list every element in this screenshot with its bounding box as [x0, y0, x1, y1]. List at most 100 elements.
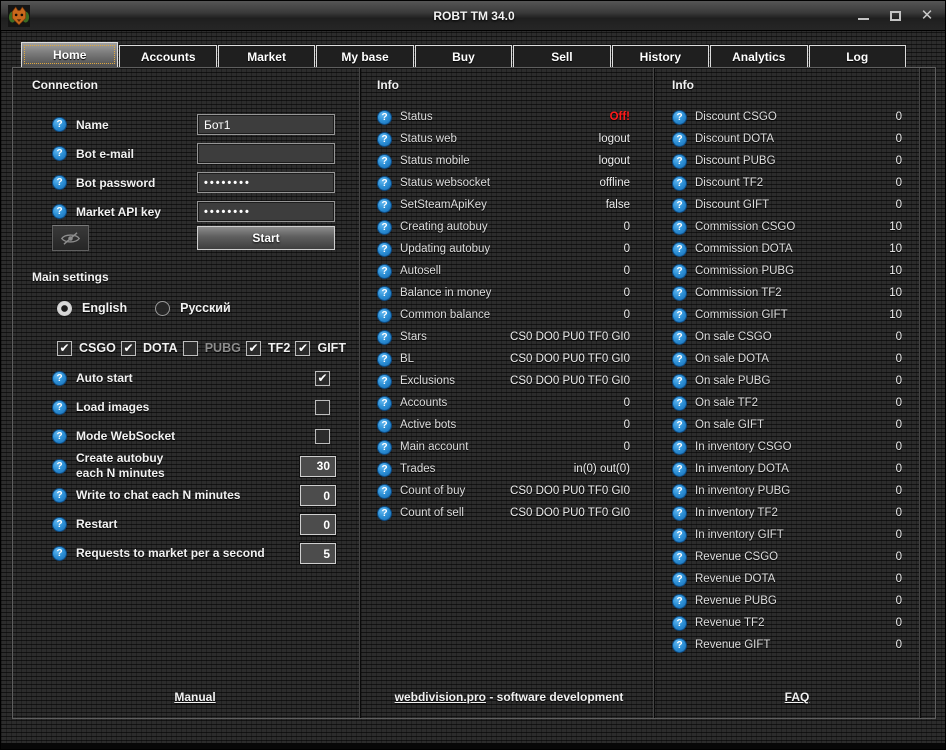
- close-button[interactable]: ✕: [919, 8, 935, 24]
- help-icon[interactable]: ?: [377, 330, 392, 345]
- toggle-label: Load images: [76, 400, 149, 415]
- help-icon[interactable]: ?: [52, 488, 67, 503]
- show-password-button[interactable]: [52, 225, 89, 251]
- help-icon[interactable]: ?: [377, 506, 392, 521]
- help-icon[interactable]: ?: [52, 459, 67, 474]
- radio-icon[interactable]: [57, 301, 72, 316]
- help-icon[interactable]: ?: [672, 572, 687, 587]
- help-icon[interactable]: ?: [52, 204, 67, 219]
- info-label: Trades: [400, 463, 435, 475]
- help-icon[interactable]: ?: [377, 484, 392, 499]
- checkbox-icon[interactable]: [315, 371, 330, 386]
- help-icon[interactable]: ?: [672, 352, 687, 367]
- help-icon[interactable]: ?: [377, 308, 392, 323]
- help-icon[interactable]: ?: [672, 132, 687, 147]
- game-option-gift[interactable]: GIFT: [295, 341, 345, 356]
- help-icon[interactable]: ?: [377, 418, 392, 433]
- number-input-requests-to-market-per-a-second[interactable]: [300, 543, 336, 564]
- field-input-name[interactable]: [197, 114, 335, 135]
- help-icon[interactable]: ?: [672, 242, 687, 257]
- help-icon[interactable]: ?: [52, 175, 67, 190]
- webdivision-link[interactable]: webdivision.pro: [395, 690, 486, 704]
- help-icon[interactable]: ?: [52, 546, 67, 561]
- tab-history[interactable]: History: [612, 45, 709, 67]
- checkbox-icon[interactable]: [295, 341, 310, 356]
- number-input-write-to-chat-each-n-minutes[interactable]: [300, 485, 336, 506]
- help-icon[interactable]: ?: [672, 110, 687, 125]
- help-icon[interactable]: ?: [672, 616, 687, 631]
- checkbox-icon[interactable]: [121, 341, 136, 356]
- manual-link[interactable]: Manual: [174, 690, 215, 704]
- tab-buy[interactable]: Buy: [415, 45, 512, 67]
- help-icon[interactable]: ?: [672, 418, 687, 433]
- help-icon[interactable]: ?: [672, 506, 687, 521]
- help-icon[interactable]: ?: [672, 286, 687, 301]
- number-input-restart[interactable]: [300, 514, 336, 535]
- help-icon[interactable]: ?: [672, 396, 687, 411]
- checkbox-icon[interactable]: [246, 341, 261, 356]
- tab-analytics[interactable]: Analytics: [710, 45, 807, 67]
- help-icon[interactable]: ?: [377, 154, 392, 169]
- checkbox-icon[interactable]: [57, 341, 72, 356]
- checkbox-icon[interactable]: [183, 341, 198, 356]
- minimize-button[interactable]: [855, 8, 871, 24]
- help-icon[interactable]: ?: [672, 528, 687, 543]
- language-option-русский[interactable]: Русский: [155, 301, 231, 316]
- help-icon[interactable]: ?: [672, 374, 687, 389]
- help-icon[interactable]: ?: [377, 220, 392, 235]
- tab-log[interactable]: Log: [809, 45, 906, 67]
- help-icon[interactable]: ?: [377, 462, 392, 477]
- help-icon[interactable]: ?: [672, 264, 687, 279]
- help-icon[interactable]: ?: [52, 400, 67, 415]
- checkbox-icon[interactable]: [315, 429, 330, 444]
- game-option-tf2[interactable]: TF2: [246, 341, 290, 356]
- help-icon[interactable]: ?: [672, 550, 687, 565]
- maximize-button[interactable]: [887, 8, 903, 24]
- tab-market[interactable]: Market: [218, 45, 315, 67]
- help-icon[interactable]: ?: [377, 132, 392, 147]
- checkbox-icon[interactable]: [315, 400, 330, 415]
- help-icon[interactable]: ?: [377, 440, 392, 455]
- field-input-bot-e-mail[interactable]: [197, 143, 335, 164]
- help-icon[interactable]: ?: [52, 117, 67, 132]
- tab-home[interactable]: Home: [21, 42, 118, 67]
- help-icon[interactable]: ?: [672, 594, 687, 609]
- help-icon[interactable]: ?: [52, 146, 67, 161]
- help-icon[interactable]: ?: [672, 330, 687, 345]
- help-icon[interactable]: ?: [672, 462, 687, 477]
- game-option-pubg[interactable]: PUBG: [183, 341, 241, 356]
- help-icon[interactable]: ?: [672, 638, 687, 653]
- help-icon[interactable]: ?: [377, 352, 392, 367]
- help-icon[interactable]: ?: [377, 198, 392, 213]
- help-icon[interactable]: ?: [672, 176, 687, 191]
- help-icon[interactable]: ?: [672, 440, 687, 455]
- faq-link[interactable]: FAQ: [785, 690, 810, 704]
- field-input-bot-password[interactable]: [197, 172, 335, 193]
- help-icon[interactable]: ?: [672, 484, 687, 499]
- help-icon[interactable]: ?: [52, 517, 67, 532]
- tab-accounts[interactable]: Accounts: [119, 45, 216, 67]
- game-option-csgo[interactable]: CSGO: [57, 341, 116, 356]
- help-icon[interactable]: ?: [377, 286, 392, 301]
- help-icon[interactable]: ?: [377, 396, 392, 411]
- tab-sell[interactable]: Sell: [513, 45, 610, 67]
- tab-my-base[interactable]: My base: [316, 45, 413, 67]
- help-icon[interactable]: ?: [377, 264, 392, 279]
- radio-icon[interactable]: [155, 301, 170, 316]
- start-button[interactable]: Start: [197, 226, 335, 250]
- help-icon[interactable]: ?: [672, 198, 687, 213]
- help-icon[interactable]: ?: [672, 220, 687, 235]
- field-input-market-api-key[interactable]: [197, 201, 335, 222]
- game-option-dota[interactable]: DOTA: [121, 341, 178, 356]
- help-icon[interactable]: ?: [377, 242, 392, 257]
- help-icon[interactable]: ?: [672, 154, 687, 169]
- help-icon[interactable]: ?: [377, 374, 392, 389]
- help-icon[interactable]: ?: [52, 371, 67, 386]
- help-icon[interactable]: ?: [672, 308, 687, 323]
- language-option-english[interactable]: English: [57, 301, 127, 316]
- number-input-create-autobuy-each-n-minutes[interactable]: [300, 456, 336, 477]
- help-icon[interactable]: ?: [377, 176, 392, 191]
- help-icon[interactable]: ?: [377, 110, 392, 125]
- help-icon[interactable]: ?: [52, 429, 67, 444]
- info-row-on-sale-tf2: ? On sale TF2 0: [659, 392, 935, 414]
